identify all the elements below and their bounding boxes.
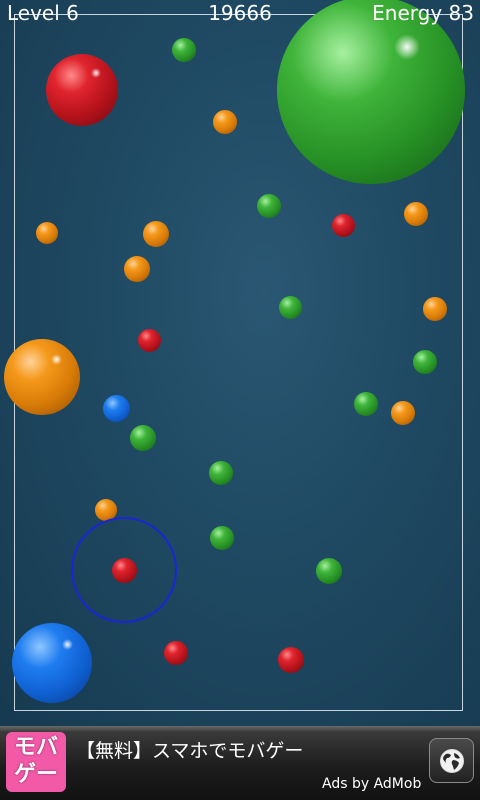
energy-label: Energy 83 [372, 1, 474, 25]
green-ball [172, 38, 196, 62]
aim-circle[interactable] [71, 517, 177, 623]
orange-ball [143, 221, 169, 247]
green-ball [413, 350, 437, 374]
blue-ball [102, 394, 130, 422]
hud: Level 6 19666 Energy 83 [0, 0, 480, 28]
green-ball [354, 392, 378, 416]
green-ball [210, 526, 234, 550]
green-ball [316, 558, 342, 584]
green-ball [278, 295, 302, 319]
orange-ball [423, 297, 447, 321]
mobage-logo[interactable]: モバ ゲー [6, 732, 66, 792]
green-ball [257, 194, 281, 218]
green-ball [130, 425, 156, 451]
globe-icon [440, 749, 464, 773]
logo-text-line2: ゲー [13, 762, 58, 787]
logo-text-line1: モバ [13, 735, 58, 760]
ad-open-button[interactable] [429, 738, 474, 783]
red-ball [164, 641, 188, 665]
orange-ball [213, 110, 237, 134]
orange-ball [4, 339, 80, 415]
red-ball [46, 54, 118, 126]
orange-ball [124, 256, 150, 282]
orange-ball [404, 202, 428, 226]
blue-ball [12, 623, 92, 703]
ad-banner[interactable]: モバ ゲー 【無料】スマホでモバゲー Ads by AdMob [0, 726, 480, 800]
orange-ball [36, 222, 58, 244]
ad-headline[interactable]: 【無料】スマホでモバゲー [76, 736, 303, 763]
green-ball [209, 461, 233, 485]
red-ball [331, 213, 355, 237]
game-area[interactable]: Level 6 19666 Energy 83 [0, 0, 480, 726]
orange-ball [391, 401, 415, 425]
red-ball [278, 647, 304, 673]
red-ball [137, 328, 161, 352]
ad-attribution: Ads by AdMob [322, 776, 422, 792]
